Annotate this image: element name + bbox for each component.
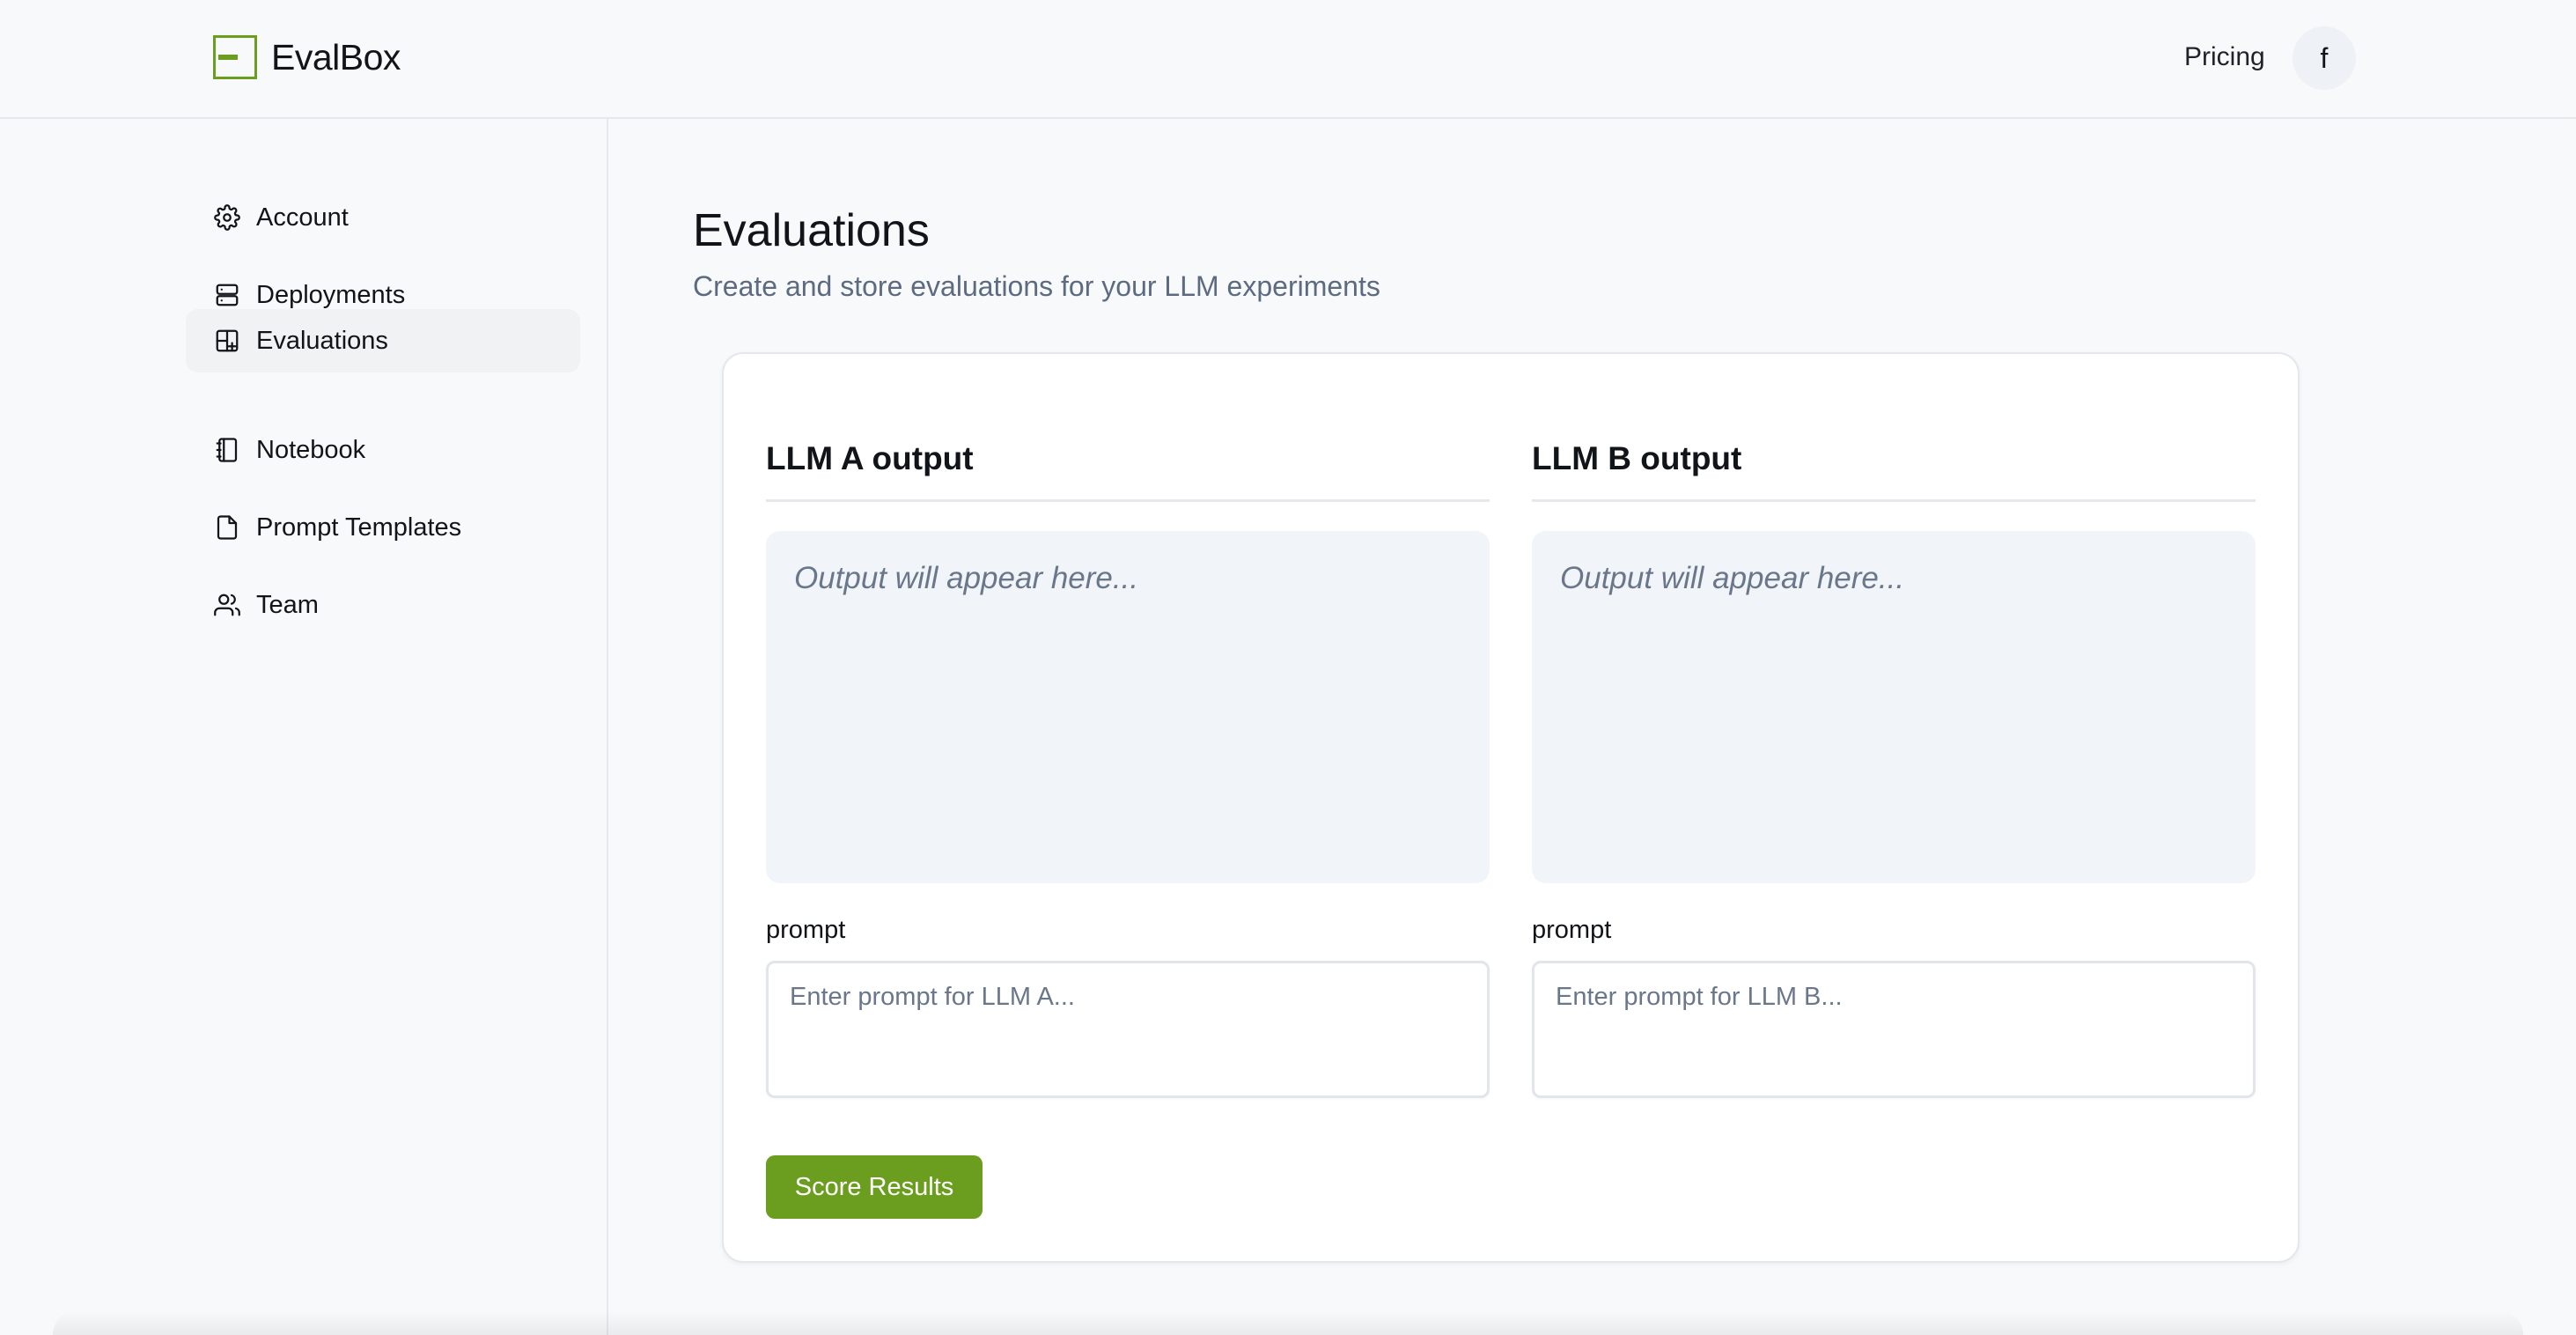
sidebar-item-notebook[interactable]: Notebook <box>186 418 580 482</box>
file-icon <box>214 514 240 541</box>
llm-b-prompt-label: prompt <box>1532 916 1612 944</box>
page-subtitle: Create and store evaluations for your LL… <box>693 270 1380 302</box>
avatar-initial: f <box>2320 41 2329 74</box>
logo-mark-icon <box>213 35 257 79</box>
sidebar-item-evaluations[interactable]: Evaluations <box>186 309 580 372</box>
top-header: EvalBox Pricing f <box>0 0 2576 119</box>
llm-a-prompt-input[interactable] <box>766 961 1490 1098</box>
brand-name: EvalBox <box>271 36 401 77</box>
score-results-button[interactable]: Score Results <box>766 1155 983 1219</box>
gear-icon <box>214 204 240 231</box>
sidebar-item-label: Prompt Templates <box>256 513 462 542</box>
llm-b-output-placeholder: Output will appear here... <box>1560 561 1905 595</box>
bottom-edge-shadow <box>53 1310 2523 1335</box>
llm-a-prompt-label: prompt <box>766 916 846 944</box>
llm-a-output-placeholder: Output will appear here... <box>794 561 1139 595</box>
llm-a-output-title: LLM A output <box>766 440 974 476</box>
sidebar-item-label: Team <box>256 590 319 619</box>
llm-b-prompt-input[interactable] <box>1532 961 2256 1098</box>
sidebar-item-label: Evaluations <box>256 326 388 355</box>
pricing-link[interactable]: Pricing <box>2184 42 2265 72</box>
llm-b-output-title: LLM B output <box>1532 440 1742 476</box>
brand-logo[interactable]: EvalBox <box>213 35 401 79</box>
sidebar-item-label: Notebook <box>256 435 366 464</box>
sidebar-item-label: Account <box>256 203 349 232</box>
sidebar-item-account[interactable]: Account <box>186 186 580 249</box>
sidebar-item-prompt-templates[interactable]: Prompt Templates <box>186 496 580 559</box>
sidebar-item-team[interactable]: Team <box>186 573 580 637</box>
llm-b-output-box: Output will appear here... <box>1532 531 2256 883</box>
llm-b-divider <box>1532 499 2256 502</box>
avatar[interactable]: f <box>2293 26 2356 90</box>
server-icon <box>214 282 240 308</box>
llm-a-output-box: Output will appear here... <box>766 531 1490 883</box>
notebook-icon <box>214 437 240 463</box>
sidebar-item-label: Deployments <box>256 280 406 309</box>
users-icon <box>214 592 240 618</box>
sidebar: Account Deployments Evaluations Notebook… <box>0 119 608 1335</box>
llm-a-divider <box>766 499 1490 502</box>
layout-plus-icon <box>214 328 240 354</box>
page-title: Evaluations <box>693 205 930 256</box>
